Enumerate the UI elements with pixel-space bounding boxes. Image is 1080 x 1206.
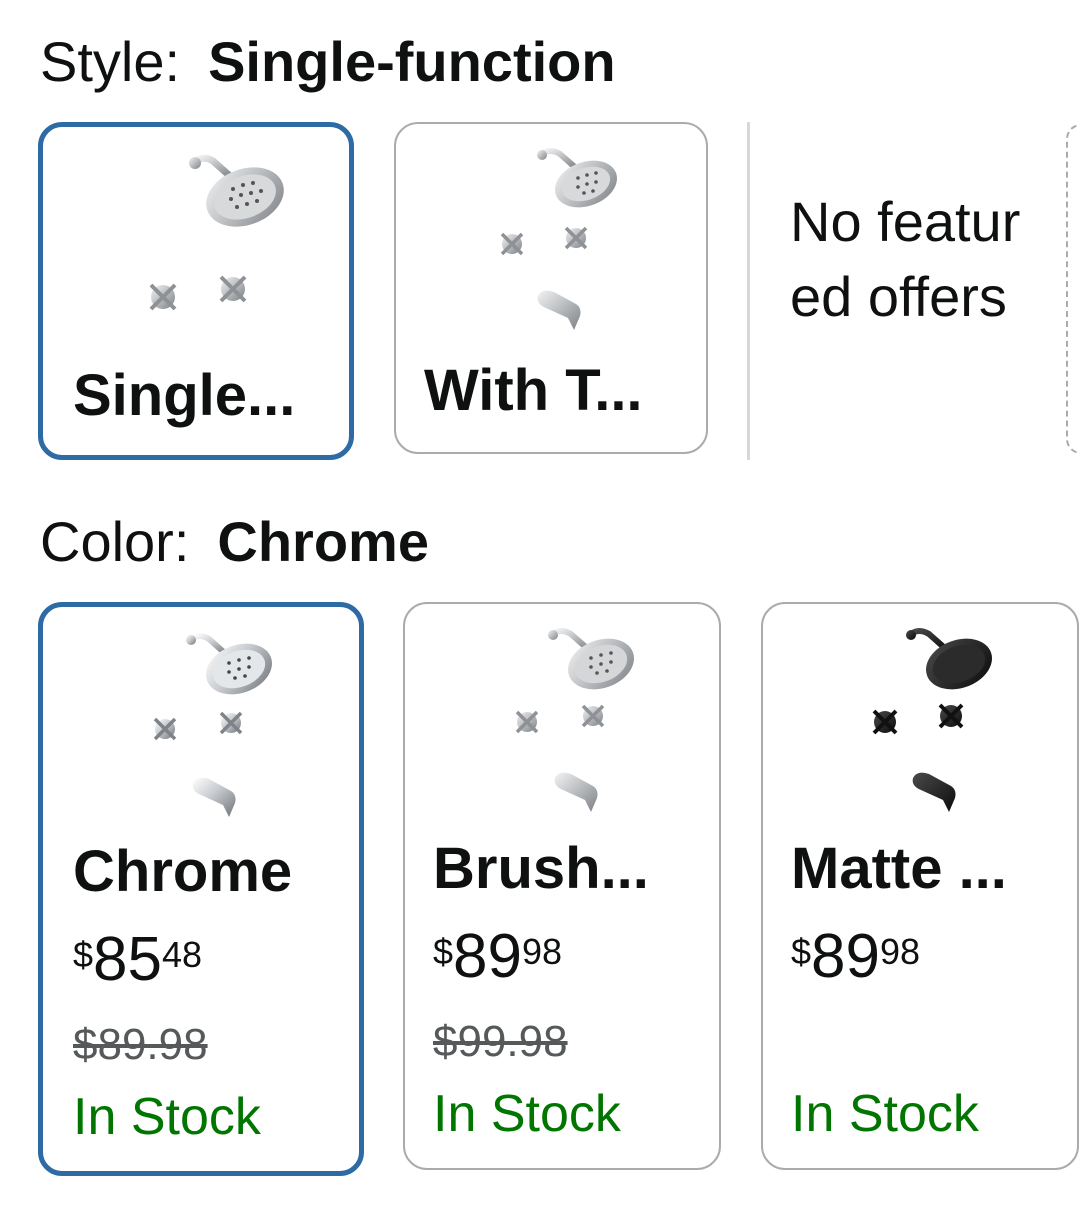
price: $8548: [73, 929, 202, 991]
stock-status: In Stock: [433, 1085, 621, 1143]
color-option-chrome[interactable]: Chrome $8548 $89.98 In Stock: [38, 602, 364, 1176]
style-label-key: Style:: [40, 30, 181, 93]
style-option-with-tub-spout[interactable]: With T...: [394, 122, 708, 454]
shower-tub-set-thumbnail: [500, 148, 617, 330]
style-option-label: With T...: [424, 358, 643, 423]
color-label-key: Color:: [40, 510, 190, 573]
price-currency: $: [433, 931, 454, 972]
price-currency: $: [73, 934, 94, 975]
matte-black-shower-set-thumbnail: [872, 628, 992, 812]
no-featured-offers-text: No featured offers: [790, 190, 1021, 328]
next-style-option-partial[interactable]: [1066, 124, 1080, 454]
stock-status: In Stock: [73, 1088, 261, 1146]
color-option-matte-black[interactable]: Matte ... $8998 In Stock: [761, 602, 1079, 1170]
style-option-label: Single...: [73, 363, 296, 428]
style-option-single-function[interactable]: Single...: [38, 122, 354, 460]
brushed-nickel-shower-set-thumbnail: [515, 628, 634, 812]
price-fraction: 98: [880, 931, 921, 972]
color-option-label: Matte ...: [791, 836, 1007, 901]
style-selected-value: Single-function: [208, 30, 616, 93]
price-whole: 85: [93, 925, 162, 994]
color-option-label: Brush...: [433, 836, 649, 901]
price-currency: $: [791, 931, 812, 972]
color-selected-value: Chrome: [217, 510, 429, 573]
price-whole: 89: [811, 922, 880, 991]
chrome-shower-set-thumbnail: [153, 633, 272, 817]
list-price: $99.98: [433, 1017, 568, 1066]
stock-status: In Stock: [791, 1085, 979, 1143]
price: $8998: [433, 926, 562, 988]
price-fraction: 48: [162, 934, 203, 975]
list-price: $89.98: [73, 1020, 208, 1069]
color-selector-label: Color: Chrome: [40, 514, 429, 570]
color-option-label: Chrome: [73, 839, 293, 904]
price: $8998: [791, 926, 920, 988]
color-option-brushed-nickel[interactable]: Brush... $8998 $99.98 In Stock: [403, 602, 721, 1170]
style-selector-label: Style: Single-function: [40, 34, 616, 90]
price-whole: 89: [453, 922, 522, 991]
shower-set-thumbnail: [149, 154, 284, 311]
price-fraction: 98: [522, 931, 563, 972]
style-divider: [747, 122, 750, 460]
